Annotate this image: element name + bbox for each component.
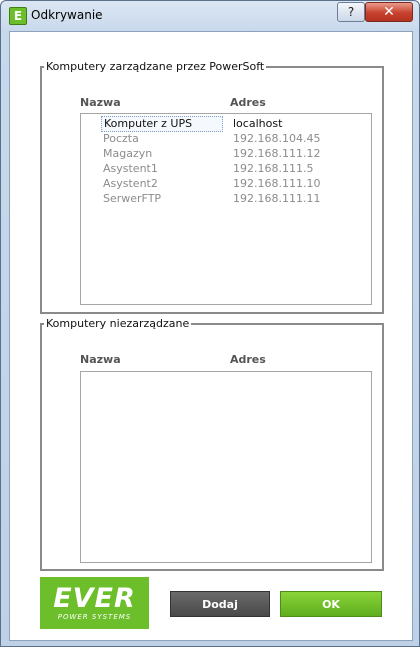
- computer-name: Poczta: [103, 132, 139, 145]
- add-button[interactable]: Dodaj: [170, 591, 270, 617]
- discovery-window: E Odkrywanie ? ✕ Komputery zarządzane pr…: [0, 0, 420, 647]
- managed-col-address-header: Adres: [230, 96, 266, 109]
- computer-name: Asystent1: [103, 162, 158, 175]
- help-button[interactable]: ?: [337, 2, 365, 22]
- window-title: Odkrywanie: [31, 8, 103, 22]
- managed-group-legend: Komputery zarządzane przez PowerSoft: [44, 60, 267, 73]
- unmanaged-computers-list[interactable]: [80, 371, 372, 563]
- ever-logo: EVER POWER SYSTEMS: [40, 577, 149, 629]
- unmanaged-col-name-header: Nazwa: [80, 353, 121, 366]
- list-item[interactable]: Asystent1 192.168.111.5: [103, 162, 373, 177]
- unmanaged-group-legend: Komputery niezarządzane: [44, 317, 192, 330]
- list-item[interactable]: Asystent2 192.168.111.10: [103, 177, 373, 192]
- computer-address: 192.168.111.11: [233, 192, 321, 205]
- unmanaged-computers-group: Komputery niezarządzane Nazwa Adres: [40, 317, 384, 571]
- managed-computers-list[interactable]: Komputer z UPS localhost Poczta 192.168.…: [80, 113, 372, 305]
- ok-button[interactable]: OK: [280, 591, 382, 617]
- computer-address: 192.168.111.5: [233, 162, 314, 175]
- logo-wordmark: EVER: [53, 583, 136, 614]
- list-item[interactable]: Komputer z UPS localhost: [101, 116, 373, 132]
- computer-address: 192.168.111.12: [233, 147, 321, 160]
- computer-name: Magazyn: [103, 147, 153, 160]
- ever-app-icon: E: [9, 7, 27, 25]
- managed-col-name-header: Nazwa: [80, 96, 121, 109]
- list-item[interactable]: SerwerFTP 192.168.111.11: [103, 192, 373, 207]
- title-bar[interactable]: E Odkrywanie ? ✕: [1, 1, 419, 29]
- list-item[interactable]: Magazyn 192.168.111.12: [103, 147, 373, 162]
- logo-tagline: POWER SYSTEMS: [57, 613, 132, 621]
- managed-computers-group: Komputery zarządzane przez PowerSoft Naz…: [40, 60, 384, 314]
- close-button[interactable]: ✕: [365, 2, 413, 22]
- computer-address: 192.168.111.10: [233, 177, 321, 190]
- list-item[interactable]: Poczta 192.168.104.45: [103, 132, 373, 147]
- unmanaged-col-address-header: Adres: [230, 353, 266, 366]
- dialog-client-area: Komputery zarządzane przez PowerSoft Naz…: [9, 31, 413, 641]
- computer-name: Komputer z UPS: [101, 116, 223, 132]
- computer-name: SerwerFTP: [103, 192, 162, 205]
- computer-name: Asystent2: [103, 177, 158, 190]
- computer-address: 192.168.104.45: [233, 132, 321, 145]
- computer-address: localhost: [233, 117, 283, 130]
